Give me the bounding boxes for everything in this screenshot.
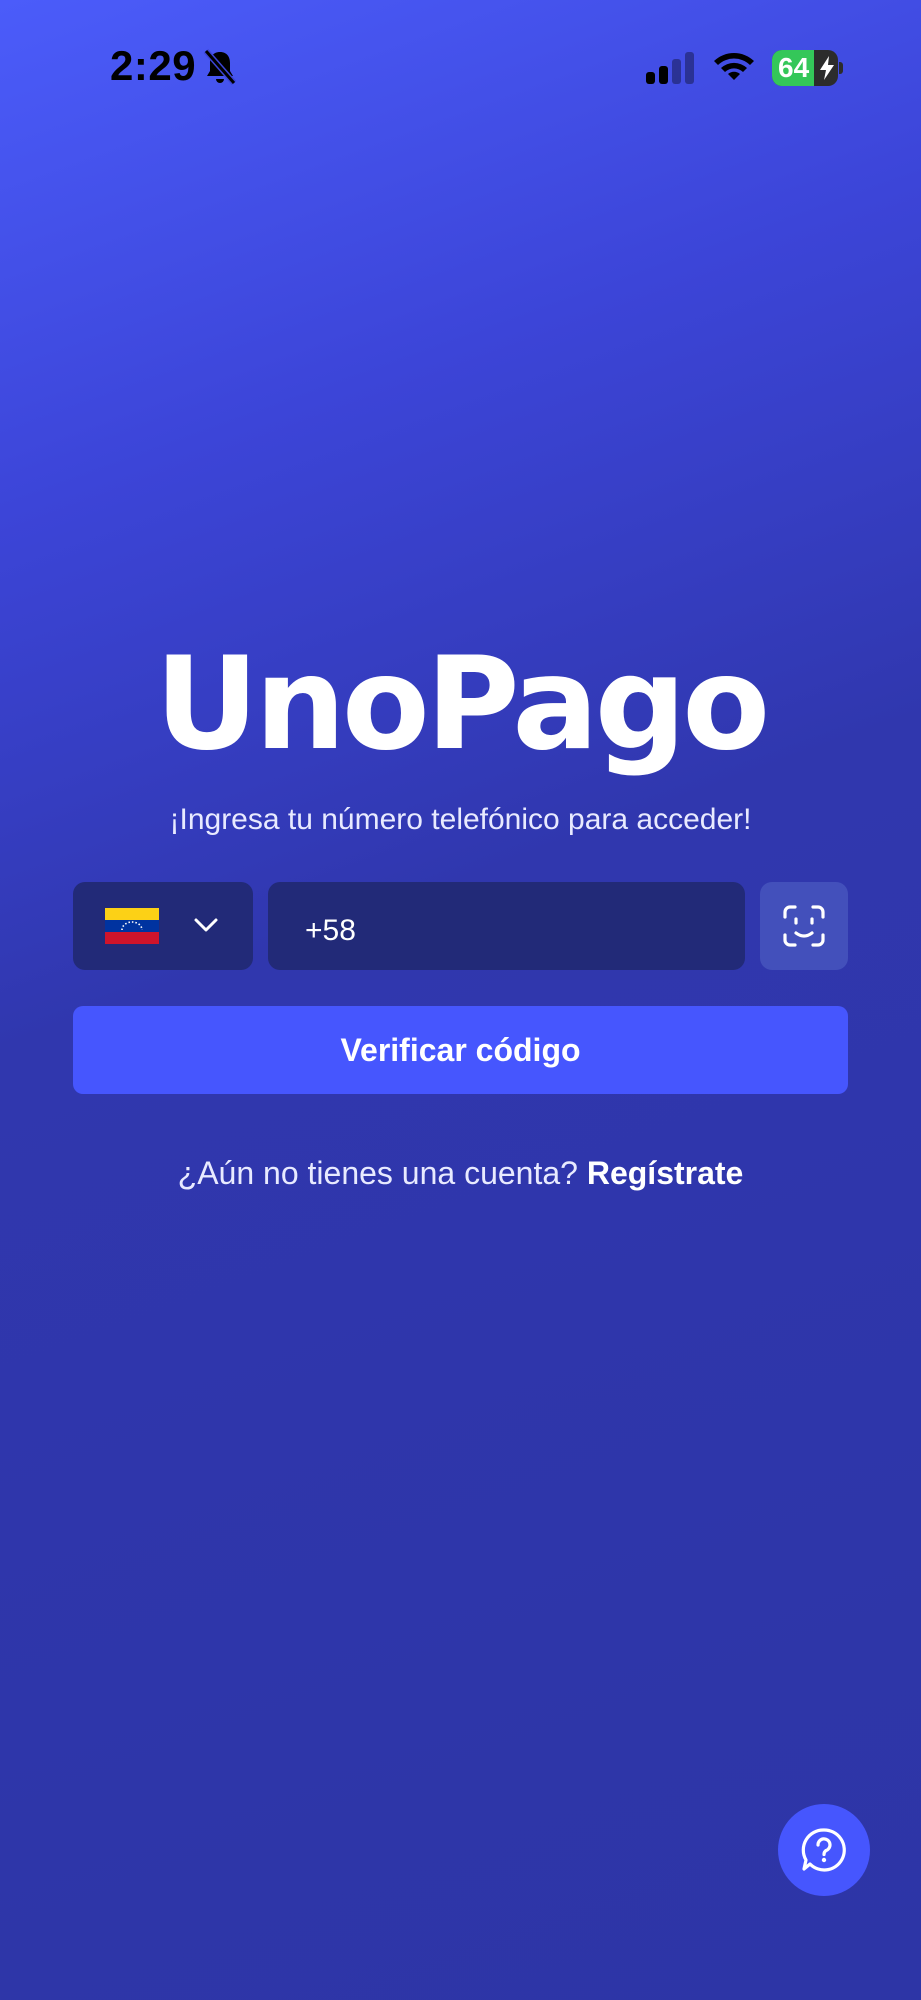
face-id-icon bbox=[783, 905, 825, 947]
signal-icon bbox=[646, 52, 694, 84]
venezuela-flag-icon bbox=[105, 908, 159, 944]
help-chat-icon bbox=[801, 1828, 846, 1872]
country-code-select[interactable] bbox=[73, 882, 253, 970]
wifi-icon bbox=[714, 53, 754, 80]
brand-logo: UnoPago bbox=[154, 630, 770, 779]
chevron-down-icon bbox=[194, 918, 218, 932]
verify-code-button[interactable]: Verificar código bbox=[73, 1006, 848, 1094]
phone-prefix: +58 bbox=[305, 914, 356, 947]
register-link[interactable]: Regístrate bbox=[587, 1155, 744, 1191]
bell-slash-icon bbox=[203, 49, 237, 85]
bolt-icon bbox=[820, 56, 834, 80]
register-prompt: ¿Aún no tienes una cuenta? Regístrate bbox=[0, 1155, 921, 1192]
battery-level: 64 bbox=[778, 52, 810, 83]
face-id-button[interactable] bbox=[760, 882, 848, 970]
register-question: ¿Aún no tienes una cuenta? bbox=[177, 1155, 578, 1191]
status-time: 2:29 bbox=[110, 42, 197, 89]
battery-charging-icon: 64 bbox=[772, 50, 843, 86]
status-bar: 2:29 64 bbox=[0, 0, 921, 140]
login-tagline: ¡Ingresa tu número telefónico para acced… bbox=[169, 803, 752, 836]
help-button[interactable] bbox=[778, 1804, 870, 1896]
